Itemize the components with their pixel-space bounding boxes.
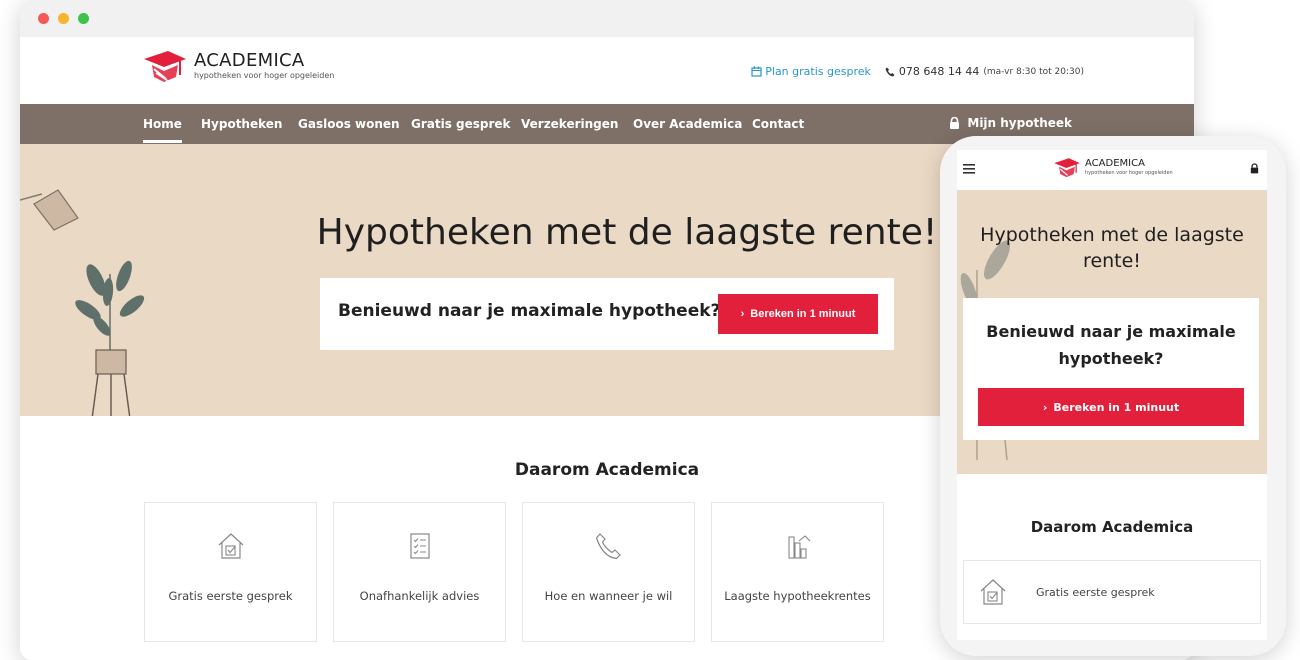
benefit-card[interactable]: Laagste hypotheekrentes — [711, 502, 884, 642]
mobile-bereken-label: Bereken in 1 minuut — [1053, 400, 1180, 414]
hero-question: Benieuwd naar je maximale hypotheek? — [338, 301, 721, 321]
chart-house-icon — [787, 535, 810, 559]
benefit-card[interactable]: Gratis eerste gesprek — [144, 502, 317, 642]
header-phone[interactable]: 078 648 14 44 (ma-vr 8:30 tot 20:30) — [885, 65, 1084, 78]
nav-item-hypotheken[interactable]: Hypotheken — [201, 117, 282, 131]
maximize-window-dot[interactable] — [78, 13, 89, 24]
nav-item-gratis-gesprek[interactable]: Gratis gesprek — [411, 117, 511, 131]
graduation-cap-logo-icon — [1054, 158, 1080, 178]
benefit-card[interactable]: Onafhankelijk advies — [333, 502, 506, 642]
opening-hours: (ma-vr 8:30 tot 20:30) — [983, 66, 1084, 77]
mobile-device-frame: ACADEMICA hypotheken voor hoger opgeleid… — [940, 136, 1286, 656]
mobile-logo-tagline: hypotheken voor hoger opgeleiden — [1085, 170, 1173, 176]
benefit-label: Gratis eerste gesprek — [168, 589, 293, 603]
mobile-logo[interactable]: ACADEMICA hypotheken voor hoger opgeleid… — [1053, 158, 1173, 178]
phone-icon — [595, 533, 621, 560]
benefit-label: Hoe en wanneer je wil — [544, 589, 673, 603]
mobile-calculator-box: Benieuwd naar je maximale hypotheek? › B… — [963, 298, 1259, 440]
nav-item-verzekeringen[interactable]: Verzekeringen — [521, 117, 618, 131]
mobile-hero-title: Hypotheken met de laagste rente! — [980, 224, 1244, 272]
mijn-hypotheek-label: Mijn hypotheek — [967, 116, 1072, 130]
mobile-benefit-card[interactable]: Gratis eerste gesprek — [963, 560, 1261, 624]
nav-item-gasloos-wonen[interactable]: Gasloos wonen — [298, 117, 400, 131]
mobile-header: ACADEMICA hypotheken voor hoger opgeleid… — [957, 150, 1267, 190]
mobile-benefit-label: Gratis eerste gesprek — [1036, 586, 1155, 599]
mobile-screen: ACADEMICA hypotheken voor hoger opgeleid… — [957, 150, 1267, 640]
plant-illustration — [75, 260, 145, 416]
bereken-button-label: Bereken in 1 minuut — [750, 308, 856, 320]
mijn-hypotheek-link[interactable]: Mijn hypotheek — [949, 116, 1072, 130]
lock-icon[interactable] — [1250, 163, 1259, 174]
benefit-label: Laagste hypotheekrentes — [724, 589, 871, 603]
plan-gesprek-label: Plan gratis gesprek — [765, 65, 871, 78]
mobile-logo-name: ACADEMICA — [1085, 158, 1145, 169]
nav-item-contact[interactable]: Contact — [752, 117, 804, 131]
browser-title-bar — [20, 0, 1194, 37]
nav-item-over-academica[interactable]: Over Academica — [633, 117, 742, 131]
close-window-dot[interactable] — [38, 13, 49, 24]
minimize-window-dot[interactable] — [58, 13, 69, 24]
phone-icon — [885, 67, 895, 76]
house-check-icon — [218, 533, 243, 559]
graduation-cap-logo-icon — [144, 51, 186, 82]
mobile-hero-question: Benieuwd naar je maximale hypotheek? — [986, 322, 1236, 368]
mobile-bereken-button[interactable]: › Bereken in 1 minuut — [978, 388, 1244, 426]
header-contact: Plan gratis gesprek 078 648 14 44 (ma-vr… — [751, 65, 1084, 78]
site-logo[interactable]: ACADEMICA hypotheken voor hoger opgeleid… — [142, 51, 334, 83]
plan-gesprek-link[interactable]: Plan gratis gesprek — [751, 65, 871, 78]
benefit-cards: Gratis eerste gesprek Onafhankelijk advi… — [144, 502, 884, 642]
logo-name: ACADEMICA — [194, 50, 305, 71]
chevron-right-icon: › — [740, 308, 745, 320]
phone-number: 078 648 14 44 — [898, 65, 980, 78]
checklist-icon — [409, 533, 430, 559]
house-check-icon — [980, 579, 1006, 605]
chevron-right-icon: › — [1042, 400, 1048, 414]
benefit-card[interactable]: Hoe en wanneer je wil — [522, 502, 695, 642]
mobile-section-title: Daarom Academica — [1030, 518, 1194, 536]
calculator-teaser-box: Benieuwd naar je maximale hypotheek? › B… — [320, 278, 894, 350]
hamburger-menu-icon[interactable] — [963, 164, 975, 174]
benefit-label: Onafhankelijk advies — [359, 589, 480, 603]
calendar-icon — [751, 66, 762, 77]
mobile-hero: Hypotheken met de laagste rente! Benieuw… — [957, 190, 1267, 474]
logo-tagline: hypotheken voor hoger opgeleiden — [194, 71, 335, 80]
lock-icon — [950, 117, 960, 129]
nav-item-home[interactable]: Home — [143, 117, 182, 143]
bereken-button[interactable]: › Bereken in 1 minuut — [718, 294, 878, 334]
site-header: ACADEMICA hypotheken voor hoger opgeleid… — [20, 37, 1194, 104]
